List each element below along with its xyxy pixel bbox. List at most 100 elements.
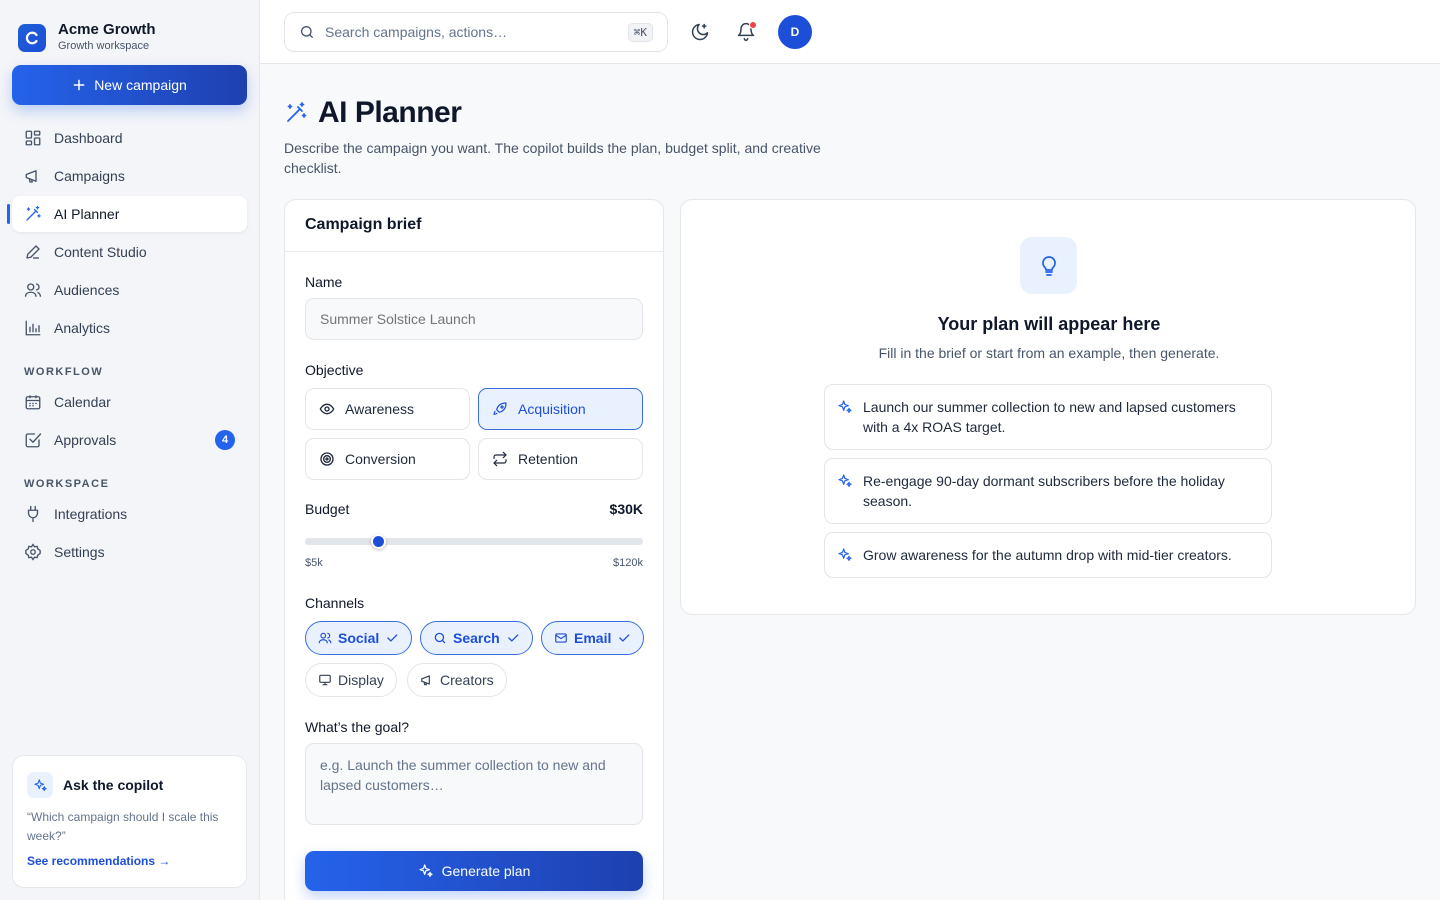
check-icon (507, 634, 519, 642)
channel-chip-email[interactable]: Email (541, 621, 645, 655)
sidebar-item-content-studio[interactable]: Content Studio (12, 234, 247, 270)
channels-label: Channels (305, 595, 365, 611)
sidebar-item-approvals[interactable]: Approvals 4 (12, 422, 247, 458)
search-shortcut: ⌘K (627, 22, 653, 42)
sparkles-icon (419, 864, 433, 877)
budget-slider-thumb[interactable] (370, 534, 386, 549)
rocket-icon (493, 402, 507, 415)
sidebar-item-dashboard[interactable]: Dashboard (12, 120, 247, 156)
copilot-card: Ask the copilot “Which campaign should I… (12, 755, 247, 888)
new-campaign-button[interactable]: New campaign (12, 65, 247, 105)
budget-slider-fill (305, 538, 379, 545)
topbar: ⌘K D (260, 0, 1440, 64)
notifications-button[interactable] (732, 18, 760, 46)
example-prompt[interactable]: Launch our summer collection to new and … (824, 384, 1272, 450)
objective-conversion[interactable]: Conversion (305, 438, 470, 480)
sidebar-item-label: Content Studio (54, 244, 147, 260)
magic-wand-icon (287, 102, 307, 122)
avatar[interactable]: D (778, 15, 812, 49)
users-icon (318, 632, 332, 644)
megaphone-icon (421, 675, 430, 686)
sidebar-item-label: Analytics (54, 320, 111, 336)
sidebar-item-integrations[interactable]: Integrations (12, 496, 247, 532)
sidebar-item-label: Dashboard (54, 130, 123, 146)
sidebar: Acme Growth Growth workspace New campaig… (0, 0, 260, 900)
goal-textarea[interactable] (305, 743, 643, 825)
example-prompt[interactable]: Re-engage 90-day dormant subscribers bef… (824, 458, 1272, 524)
sparkles-icon (27, 772, 53, 798)
sidebar-item-label: Audiences (54, 282, 120, 298)
example-prompt[interactable]: Grow awareness for the autumn drop with … (824, 532, 1272, 578)
megaphone-icon (25, 170, 37, 183)
channel-label: Email (574, 630, 612, 646)
example-prompt-text: Launch our summer collection to new and … (863, 399, 1236, 435)
check-icon (619, 634, 630, 642)
target-icon (320, 452, 334, 466)
campaign-brief-heading: Campaign brief (285, 200, 663, 252)
channel-chip-social[interactable]: Social (305, 621, 413, 655)
copilot-title: Ask the copilot (63, 777, 164, 793)
approvals-count-badge: 4 (215, 430, 235, 450)
new-campaign-label: New campaign (94, 77, 187, 93)
generate-plan-label: Generate plan (441, 863, 531, 879)
plan-empty-subtitle: Fill in the brief or start from an examp… (878, 345, 1220, 361)
page-header: AI Planner Describe the campaign you wan… (284, 96, 854, 178)
eye-icon (319, 403, 335, 415)
channel-label: Social (338, 630, 380, 646)
objective-label-text: Acquisition (518, 401, 586, 417)
channel-chip-creators[interactable]: Creators (407, 663, 507, 697)
sidebar-item-label: Integrations (54, 506, 128, 522)
sidebar-item-label: Settings (54, 544, 105, 560)
channel-chip-search[interactable]: Search (420, 621, 533, 655)
sidebar-item-label: Calendar (54, 394, 111, 410)
users-icon (24, 283, 42, 297)
see-recommendations-link[interactable]: See recommendations → (27, 854, 170, 868)
objective-acquisition[interactable]: Acquisition (478, 388, 643, 430)
budget-slider[interactable] (305, 534, 643, 549)
goal-label: What’s the goal? (305, 719, 410, 735)
channel-label: Search (453, 630, 500, 646)
sidebar-item-campaigns[interactable]: Campaigns (12, 158, 247, 194)
sidebar-item-label: Campaigns (54, 168, 125, 184)
sidebar-item-settings[interactable]: Settings (12, 534, 247, 570)
brand-logo-icon (18, 23, 46, 52)
search-box[interactable]: ⌘K (284, 12, 668, 52)
sparkles-icon (838, 400, 852, 413)
monitor-icon (319, 674, 331, 686)
theme-toggle-button[interactable] (686, 18, 714, 46)
objective-retention[interactable]: Retention (478, 438, 643, 480)
check-square-icon (25, 433, 42, 448)
sidebar-item-audiences[interactable]: Audiences (12, 272, 247, 308)
objective-awareness[interactable]: Awareness (305, 388, 470, 430)
copilot-quote: “Which campaign should I scale this week… (27, 810, 219, 843)
brand-name: Acme Growth (58, 21, 156, 38)
campaign-name-input[interactable] (305, 298, 643, 340)
check-icon (387, 634, 398, 642)
sidebar-item-label: Approvals (54, 432, 117, 448)
bar-chart-icon (25, 320, 41, 336)
workflow-nav: Calendar Approvals 4 (12, 384, 247, 460)
budget-max-label: $120k (613, 557, 643, 569)
sidebar-item-label: AI Planner (54, 206, 120, 222)
section-label-workspace: WORKSPACE (24, 478, 110, 490)
plus-icon (73, 79, 85, 91)
sidebar-item-ai-planner[interactable]: AI Planner (7, 196, 247, 232)
pen-icon (26, 245, 40, 259)
generate-plan-button[interactable]: Generate plan (305, 851, 643, 891)
budget-min-label: $5k (305, 557, 323, 569)
sidebar-item-calendar[interactable]: Calendar (12, 384, 247, 420)
budget-label: Budget (305, 501, 350, 517)
objective-label-text: Retention (518, 451, 578, 467)
channel-chip-display[interactable]: Display (305, 663, 397, 697)
search-icon (301, 26, 313, 38)
search-input[interactable] (325, 24, 618, 40)
sidebar-item-analytics[interactable]: Analytics (12, 310, 247, 346)
plan-empty-title: Your plan will appear here (937, 314, 1161, 334)
repeat-icon (493, 451, 507, 467)
workspace-nav: Integrations Settings (12, 496, 247, 572)
objective-label-text: Awareness (345, 401, 415, 417)
example-prompt-text: Re-engage 90-day dormant subscribers bef… (863, 473, 1225, 509)
brand[interactable]: Acme Growth Growth workspace (18, 22, 156, 53)
budget-value: $30K (609, 501, 643, 517)
channel-label: Display (338, 672, 384, 688)
